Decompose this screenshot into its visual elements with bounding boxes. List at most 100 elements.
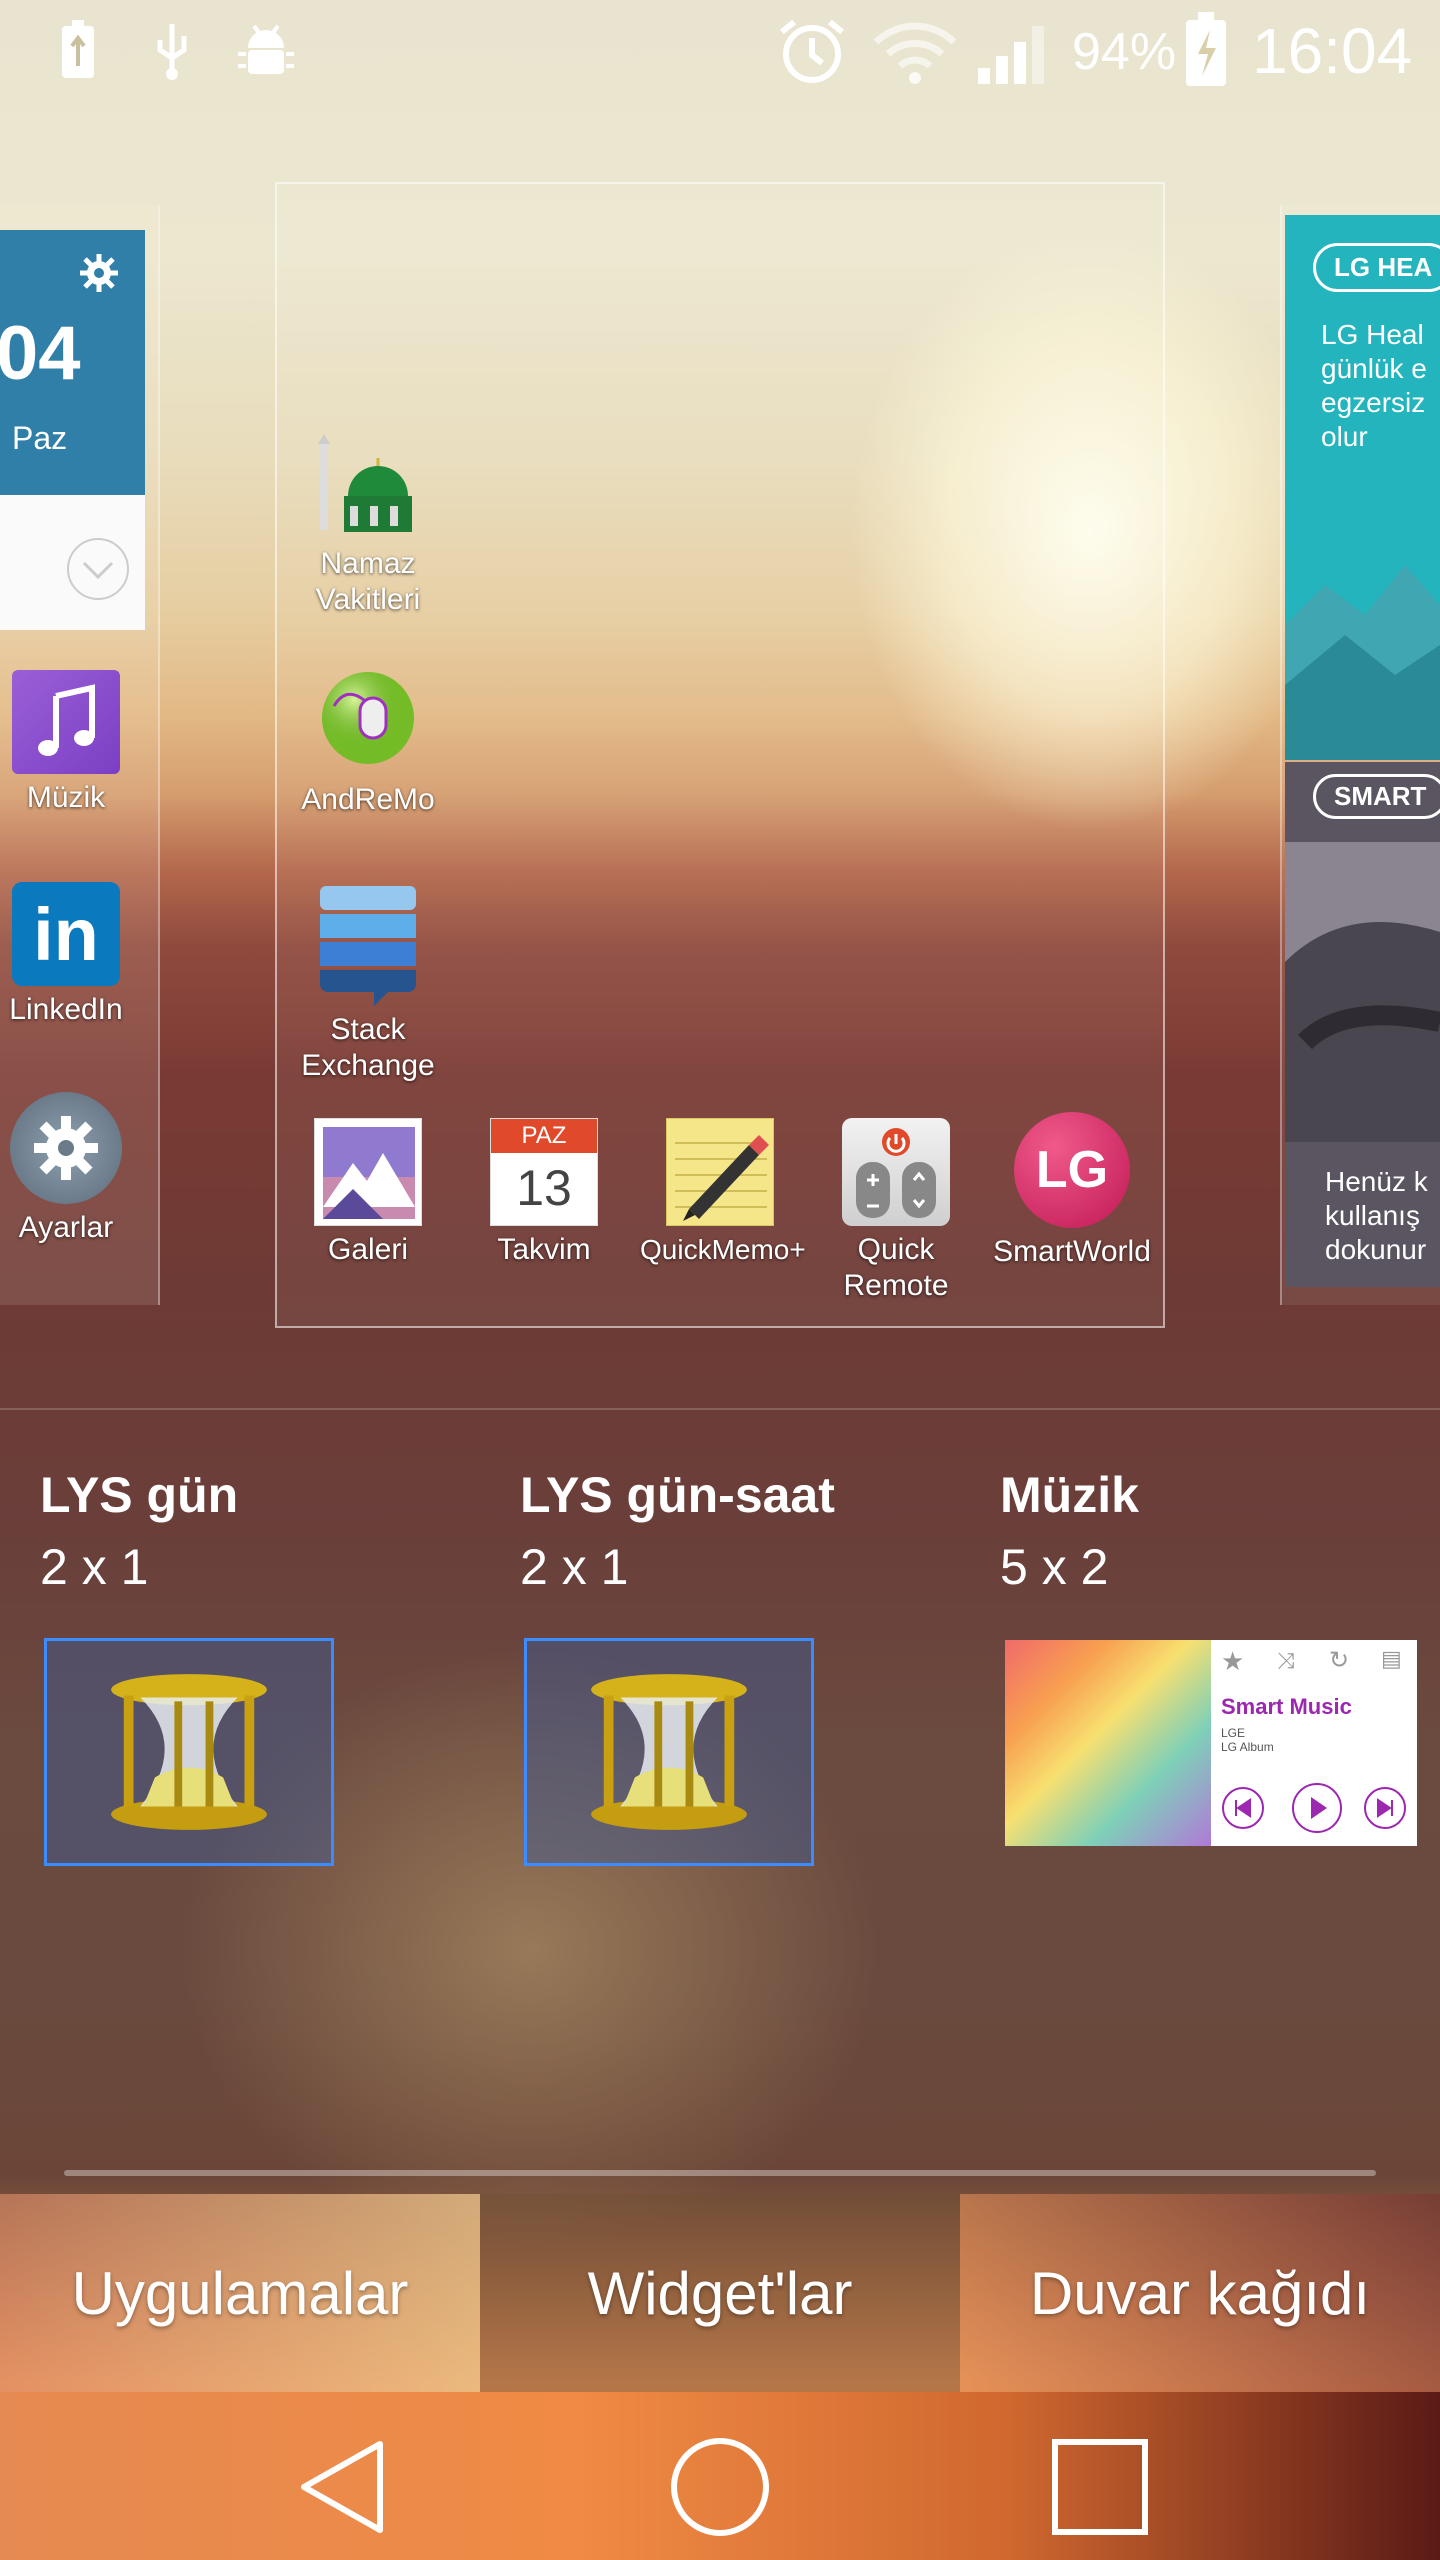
widget-preview-lys-gun-saat[interactable]	[524, 1638, 814, 1866]
gear-icon	[10, 1092, 122, 1204]
app-linkedin[interactable]: in LinkedIn	[0, 882, 146, 1028]
scroll-indicator[interactable]	[64, 2170, 1376, 2176]
health-line4: olur	[1321, 421, 1368, 452]
mountain-image	[1285, 565, 1440, 760]
battery-usb-icon	[62, 20, 94, 78]
smart-tag: SMART	[1313, 774, 1440, 819]
alarm-icon	[780, 19, 844, 83]
app-label-line2: Remote	[843, 1269, 949, 1302]
home-icon[interactable]	[665, 2432, 775, 2542]
calendar-month: PAZ	[491, 1119, 597, 1153]
tab-wallpaper[interactable]: Duvar kağıdı	[960, 2194, 1440, 2392]
app-label: LinkedIn	[9, 993, 123, 1026]
hourglass-icon	[591, 1674, 747, 1830]
widget-preview-lys-gun[interactable]	[44, 1638, 334, 1866]
star-icon[interactable]: ★	[1221, 1646, 1244, 1677]
shuffle-icon[interactable]: ⤨	[1277, 1648, 1295, 1674]
smartworld-logo: LG	[1035, 1141, 1109, 1199]
playlist-icon[interactable]: ▤	[1381, 1646, 1402, 1672]
recent-apps-icon[interactable]	[1045, 2432, 1155, 2542]
album-art	[1005, 1640, 1211, 1846]
widget-lys-gun-saat[interactable]: LYS gün-saat 2 x 1	[520, 1465, 960, 1597]
repeat-icon[interactable]: ↻	[1329, 1646, 1349, 1675]
app-namaz-vakitleri[interactable]: Namaz Vakitleri	[288, 432, 448, 618]
tab-widgets[interactable]: Widget'lar	[480, 2194, 960, 2392]
app-galeri[interactable]: Galeri	[288, 1118, 448, 1268]
calendar-icon: PAZ 13	[490, 1118, 598, 1226]
widget-date: 04	[0, 311, 81, 396]
stack-exchange-icon	[314, 884, 422, 1006]
app-muzik[interactable]: Müzik	[0, 670, 146, 816]
android-debug-icon	[238, 24, 294, 74]
app-takvim[interactable]: PAZ 13 Takvim	[464, 1118, 624, 1268]
widget-title: Müzik	[1000, 1467, 1139, 1523]
app-label: QuickMemo+	[640, 1234, 806, 1265]
tips-line3: dokunur	[1325, 1234, 1427, 1265]
app-label: Takvim	[497, 1233, 591, 1266]
next-icon[interactable]	[1363, 1786, 1407, 1830]
previous-icon[interactable]	[1221, 1786, 1265, 1830]
settings-icon[interactable]	[78, 252, 120, 294]
hourglass-icon	[111, 1674, 267, 1830]
music-note-icon	[12, 670, 120, 774]
track-album: LG Album	[1221, 1740, 1274, 1754]
widget-expand-area	[0, 495, 145, 630]
app-label: Müzik	[26, 781, 106, 814]
widget-size: 5 x 2	[1000, 1539, 1109, 1595]
music-controls-top: ★ ⤨ ↻ ▤ Smart Music LGE LG Album	[1211, 1640, 1417, 1846]
widget-size: 2 x 1	[520, 1539, 629, 1595]
app-quick-remote[interactable]: Quick Remote	[816, 1118, 976, 1304]
gallery-icon	[314, 1118, 422, 1226]
widget-title: LYS gün	[40, 1467, 239, 1523]
track-artist: LGE	[1221, 1726, 1246, 1740]
app-label-line2: Exchange	[301, 1049, 435, 1082]
app-label: Galeri	[327, 1233, 409, 1266]
smartworld-icon: LG	[1014, 1112, 1130, 1228]
app-label: AndReMo	[301, 783, 435, 816]
app-smartworld[interactable]: LG SmartWorld	[992, 1112, 1152, 1270]
lg-health-card[interactable]: LG HEA LG Heal günlük e egzersiz olur	[1285, 215, 1440, 760]
chevron-down-icon[interactable]	[66, 537, 130, 601]
widget-size: 2 x 1	[40, 1539, 149, 1595]
widget-day: Paz	[12, 420, 68, 456]
health-line2: günlük e	[1321, 353, 1427, 384]
track-title: Smart Music	[1221, 1694, 1352, 1719]
health-tag: LG HEA	[1313, 243, 1440, 292]
play-icon[interactable]	[1291, 1782, 1343, 1834]
app-stack-exchange[interactable]: Stack Exchange	[288, 884, 448, 1084]
calendar-day: 13	[516, 1160, 572, 1216]
usb-icon	[157, 24, 187, 80]
linkedin-icon: in	[12, 882, 120, 986]
mouse-icon	[314, 668, 422, 776]
clock: 16:04	[1252, 15, 1413, 87]
status-bar: 94% 16:04	[0, 0, 1440, 100]
smart-tips-card[interactable]: SMART Henüz k kullanış dokunur	[1285, 762, 1440, 1287]
divider	[0, 1408, 1440, 1410]
remote-control-icon	[842, 1118, 950, 1226]
app-label: Ayarlar	[18, 1211, 114, 1244]
tab-apps[interactable]: Uygulamalar	[0, 2194, 480, 2392]
widget-muzik[interactable]: Müzik 5 x 2	[1000, 1465, 1440, 1597]
widget-title: LYS gün-saat	[520, 1467, 835, 1523]
widget-preview-muzik[interactable]: ★ ⤨ ↻ ▤ Smart Music LGE LG Album	[1005, 1640, 1417, 1846]
app-andremo[interactable]: AndReMo	[288, 668, 448, 818]
health-line3: egzersiz	[1321, 387, 1426, 418]
back-icon[interactable]	[290, 2432, 400, 2542]
notepad-pencil-icon	[666, 1118, 774, 1226]
app-label-line1: Stack	[330, 1013, 406, 1046]
app-label-line2: Vakitleri	[315, 583, 421, 616]
battery-charging-icon	[1186, 12, 1226, 86]
wifi-icon	[873, 22, 957, 84]
app-label-line1: Quick	[857, 1233, 935, 1266]
app-label-line1: Namaz	[320, 547, 416, 580]
battery-percent: 94%	[1072, 23, 1177, 81]
widget-lys-gun[interactable]: LYS gün 2 x 1	[40, 1465, 480, 1597]
tips-line2: kullanış	[1325, 1200, 1420, 1231]
signal-icon	[978, 26, 1044, 84]
mosque-icon	[314, 432, 422, 540]
app-ayarlar[interactable]: Ayarlar	[0, 1092, 146, 1246]
weather-clock-widget[interactable]: 04 Paz	[0, 230, 145, 495]
app-quickmemo[interactable]: QuickMemo+	[640, 1118, 806, 1268]
tips-line1: Henüz k	[1325, 1166, 1428, 1197]
customize-tabs: Uygulamalar Widget'lar Duvar kağıdı	[0, 2194, 1440, 2392]
